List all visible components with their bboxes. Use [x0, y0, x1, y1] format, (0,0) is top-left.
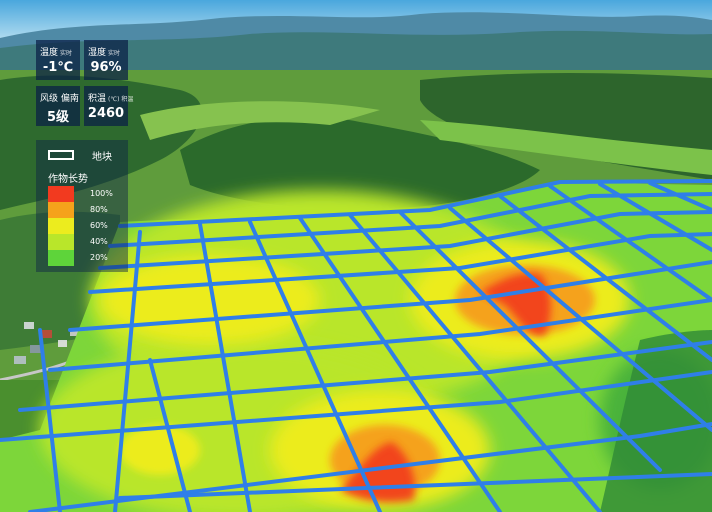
plot-key-icon — [48, 150, 74, 160]
legend-swatch-60 — [48, 218, 74, 234]
growth-legend: 地块 作物长势 100% 80% 60% 40% 20% — [36, 140, 128, 272]
accumulated-temp-value: 2460 — [87, 106, 125, 121]
legend-label-20: 20% — [90, 253, 108, 262]
plot-key-label: 地块 — [92, 152, 112, 163]
accumulated-temp-label: 积温 — [88, 94, 107, 104]
accumulated-temp-card: 积温 (℃) 积温 2460 — [84, 86, 133, 126]
legend-swatch-100 — [48, 186, 74, 202]
wind-label: 风级 偏南 — [40, 94, 79, 104]
humidity-label: 湿度 — [88, 48, 107, 58]
legend-label-80: 80% — [90, 205, 108, 214]
humidity-card: 湿度 实时 96% — [84, 40, 128, 80]
legend-title: 作物长势 — [48, 174, 88, 185]
humidity-value: 96% — [90, 60, 122, 75]
temperature-card: 温度 实时 -1℃ — [36, 40, 80, 80]
legend-swatch-40 — [48, 234, 74, 250]
humidity-sub: 实时 — [108, 50, 121, 57]
wind-card: 风级 偏南 5级 — [36, 86, 80, 126]
legend-label-100: 100% — [90, 189, 113, 198]
wind-value: 5级 — [46, 110, 70, 125]
temperature-sub: 实时 — [60, 50, 73, 57]
accumulated-temp-sub: (℃) 积温 — [108, 96, 134, 103]
legend-label-60: 60% — [90, 221, 108, 230]
temperature-label: 温度 — [40, 48, 59, 58]
legend-swatch-20 — [48, 250, 74, 266]
temperature-value: -1℃ — [42, 60, 74, 75]
legend-swatch-80 — [48, 202, 74, 218]
legend-label-40: 40% — [90, 237, 108, 246]
